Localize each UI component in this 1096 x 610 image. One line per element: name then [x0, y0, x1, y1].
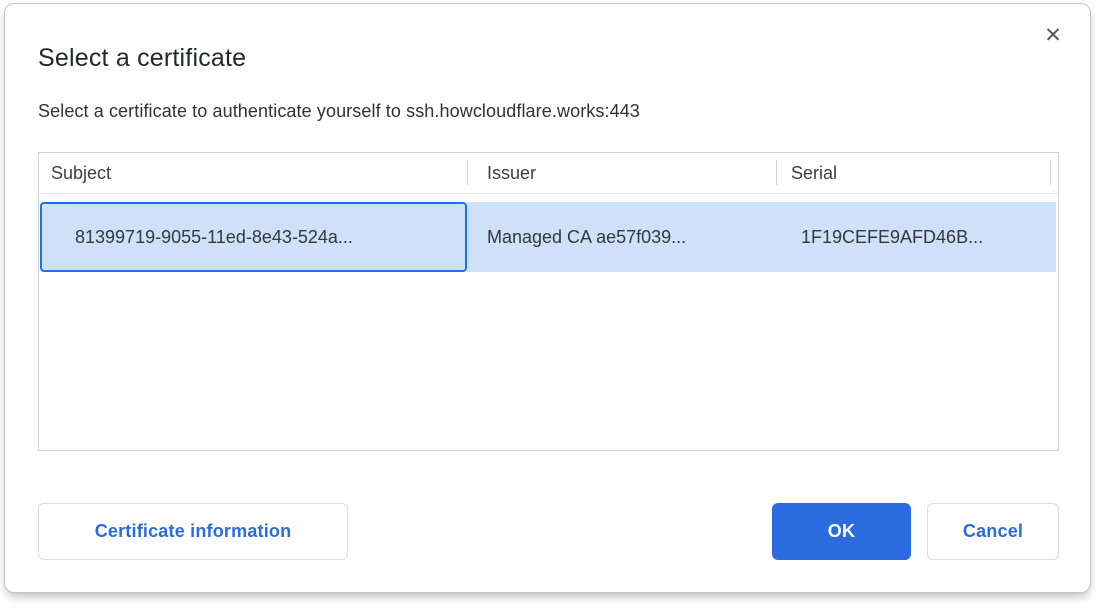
certificate-serial-cell[interactable]: 1F19CEFE9AFD46B... [776, 202, 1056, 272]
certificate-row[interactable]: 81399719-9055-11ed-8e43-524a... Managed … [40, 202, 1056, 272]
column-header-issuer: Issuer [467, 153, 776, 193]
table-header-row: Subject Issuer Serial [39, 153, 1058, 194]
certificate-picker-dialog: ✕ Select a certificate Select a certific… [4, 3, 1091, 593]
cancel-button[interactable]: Cancel [927, 503, 1059, 560]
close-button[interactable]: ✕ [1034, 16, 1072, 54]
close-icon: ✕ [1044, 25, 1062, 46]
dialog-title: Select a certificate [38, 44, 246, 73]
column-header-serial: Serial [776, 153, 1058, 193]
certificate-table: Subject Issuer Serial 81399719-9055-11ed… [38, 152, 1059, 451]
certificate-subject-cell[interactable]: 81399719-9055-11ed-8e43-524a... [40, 202, 467, 272]
scrollbar-gutter-divider [1050, 160, 1051, 185]
column-header-subject: Subject [39, 153, 467, 193]
certificate-information-button[interactable]: Certificate information [38, 503, 348, 560]
certificate-issuer-cell[interactable]: Managed CA ae57f039... [467, 202, 776, 272]
dialog-subtitle: Select a certificate to authenticate you… [38, 101, 640, 122]
ok-button[interactable]: OK [772, 503, 911, 560]
